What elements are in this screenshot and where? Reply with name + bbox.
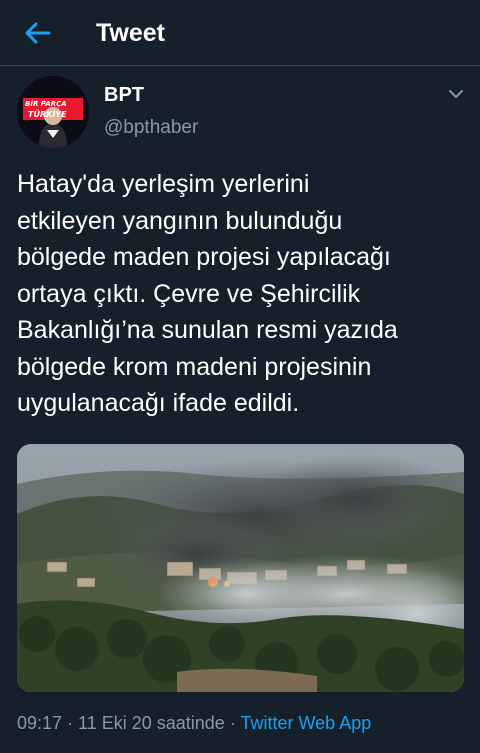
author-name[interactable]: BPT — [104, 83, 144, 107]
tweet-line: bölgede krom madeni projesinin — [17, 352, 372, 381]
separator: · — [62, 713, 79, 733]
tweet-line: Hatay'da yerleşim yerlerini — [17, 170, 310, 198]
tweet-media-photo[interactable] — [17, 444, 464, 692]
tweet-line: ortaya çıktı. Çevre ve Şehircilik — [17, 279, 361, 308]
tweet-line: Bakanlığı’na sunulan resmi yazıda — [17, 316, 398, 344]
svg-text:BİR PARÇA: BİR PARÇA — [25, 99, 67, 108]
top-bar: Tweet — [0, 0, 480, 66]
svg-text:TÜRKİYE: TÜRKİYE — [28, 109, 67, 119]
author-handle[interactable]: @bpthaber — [104, 116, 198, 140]
tweet-date: 11 Eki 20 saatinde — [78, 713, 225, 733]
arrow-left-icon[interactable] — [22, 18, 52, 48]
tweet-text: Hatay'da yerleşim yerlerini etkileyen ya… — [17, 166, 469, 422]
tweet-time: 09:17 — [17, 713, 63, 733]
tweet-line: uygulanacağı ifade edildi. — [17, 389, 300, 417]
separator: · — [224, 713, 241, 733]
tweet-meta: 09:17 · 11 Eki 20 saatinde · Twitter Web… — [17, 711, 371, 735]
tweet-line: bölgede maden projesi yapılacağı — [17, 243, 391, 271]
tweet-line: etkileyen yangının bulunduğu — [17, 206, 343, 235]
source-app-link[interactable]: Twitter Web App — [241, 713, 372, 733]
page-title: Tweet — [96, 19, 165, 47]
wildfire-photo — [17, 444, 464, 692]
avatar-logo: BİR PARÇA TÜRKİYE — [17, 76, 89, 148]
avatar[interactable]: BİR PARÇA TÜRKİYE — [17, 76, 89, 148]
chevron-down-icon[interactable] — [446, 86, 466, 102]
